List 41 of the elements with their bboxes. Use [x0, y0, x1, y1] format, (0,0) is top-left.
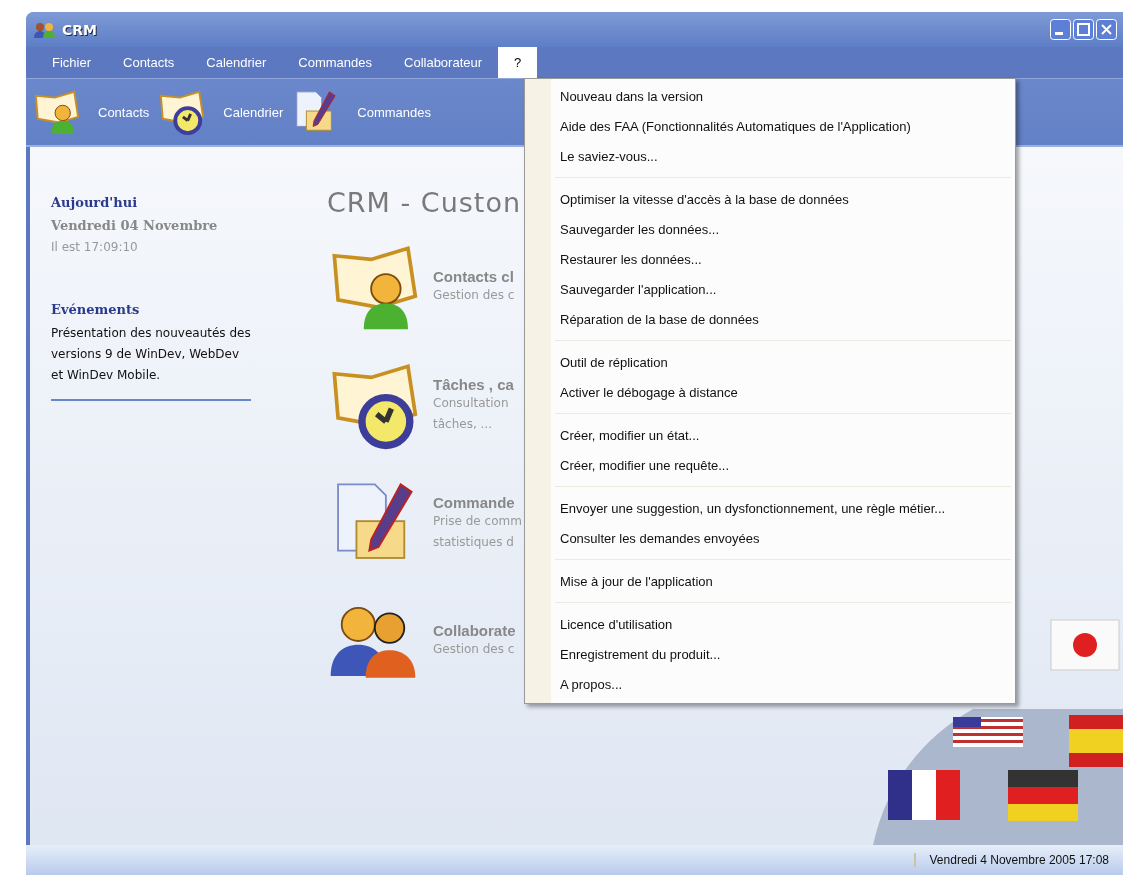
- status-text: Vendredi 4 Novembre 2005 17:08: [913, 853, 1109, 867]
- event-text: Présentation des nouveautés des versions 9 de WinDev, WebDev et WinDev Mobile.: [51, 325, 251, 384]
- module-description: tâches, ...: [433, 415, 493, 433]
- menu-item[interactable]: Fichier: [36, 47, 107, 78]
- menu-item[interactable]: Aide des FAA (Fonctionnalités Automatiques de l'Application): [525, 111, 1015, 141]
- menu-item[interactable]: Outil de réplication: [525, 347, 1015, 377]
- window-title: CRM: [62, 21, 97, 38]
- toolbar-button[interactable]: Contacts: [32, 88, 158, 136]
- menu-item[interactable]: Créer, modifier une requête...: [525, 450, 1015, 480]
- menu-item[interactable]: ?: [498, 47, 538, 78]
- page-title: CRM - Custon: [327, 187, 522, 218]
- menu-item[interactable]: Réparation de la base de données: [525, 304, 1015, 334]
- module-description: Consultation: [433, 394, 510, 412]
- menu-item[interactable]: Commandes: [282, 47, 388, 78]
- module-description: Gestion des c: [433, 641, 516, 658]
- menu-item[interactable]: Mise à jour de l'application: [525, 566, 1015, 596]
- menu-item[interactable]: Nouveau dans la version: [525, 81, 1015, 111]
- module-description: statistiques d: [433, 533, 515, 551]
- menu-item[interactable]: Restaurer les données...: [525, 244, 1015, 274]
- menu-item[interactable]: Optimiser la vitesse d'accès à la base de données: [525, 184, 1015, 214]
- toolbar-button[interactable]: Commandes: [291, 88, 439, 136]
- module-description: Prise de comm: [433, 512, 522, 530]
- menu-item[interactable]: Licence d'utilisation: [525, 609, 1015, 639]
- menu-item[interactable]: Le saviez-vous...: [525, 141, 1015, 171]
- menu-item[interactable]: Envoyer une suggestion, un dysfonctionnement, une règle métier...: [525, 493, 1015, 523]
- menu-item[interactable]: Enregistrement du produit...: [525, 639, 1015, 669]
- section-heading: Evénements: [51, 302, 141, 317]
- menu-item[interactable]: Sauvegarder les données...: [525, 214, 1015, 244]
- date-text: Vendredi 04 Novembre: [51, 218, 219, 233]
- menu-item[interactable]: Calendrier: [190, 47, 283, 78]
- menu-item[interactable]: A propos...: [525, 669, 1015, 699]
- menu-item[interactable]: Collaborateur: [388, 47, 499, 78]
- module-description: Gestion des c: [433, 287, 515, 304]
- menu-item[interactable]: Contacts: [107, 47, 191, 78]
- toolbar-button[interactable]: Calendrier: [157, 88, 292, 136]
- menu-item[interactable]: Sauvegarder l'application...: [525, 274, 1015, 304]
- section-heading: Aujourd'hui: [51, 195, 139, 210]
- time-text: Il est 17:09:10: [51, 240, 139, 254]
- menu-item[interactable]: Consulter les demandes envoyées: [525, 523, 1015, 553]
- menu-item[interactable]: Activer le débogage à distance: [525, 377, 1015, 407]
- menu-item[interactable]: Créer, modifier un état...: [525, 420, 1015, 450]
